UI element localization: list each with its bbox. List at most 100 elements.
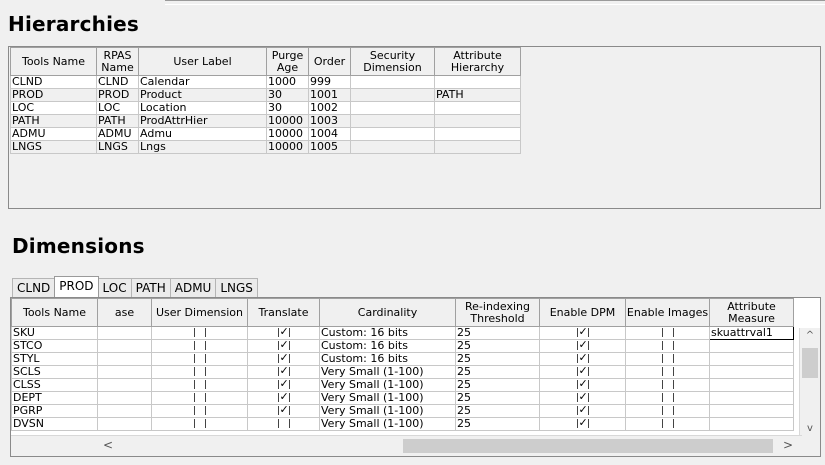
table-cell[interactable]: ✓ — [539, 417, 626, 431]
table-cell[interactable] — [247, 417, 320, 431]
checkbox[interactable] — [661, 367, 675, 377]
horizontal-scroll-thumb[interactable] — [403, 439, 773, 453]
table-cell[interactable] — [709, 378, 794, 392]
checkbox[interactable] — [661, 406, 675, 416]
table-row[interactable]: PROD PROD Product 30 1001 PATH — [10, 88, 521, 102]
table-cell[interactable]: SKU — [11, 326, 98, 340]
checkbox[interactable]: ✓ — [576, 354, 590, 364]
table-cell[interactable] — [709, 404, 794, 418]
table-cell[interactable]: skuattrval1 — [709, 326, 794, 340]
table-cell[interactable]: LOC — [96, 101, 139, 115]
checkbox[interactable] — [193, 354, 207, 364]
table-cell[interactable] — [350, 114, 435, 128]
chevron-down-icon[interactable]: v — [800, 423, 820, 434]
table-cell[interactable]: 30 — [266, 101, 309, 115]
table-cell[interactable]: PATH — [434, 88, 521, 102]
table-cell[interactable]: ADMU — [10, 127, 97, 141]
column-header[interactable]: Translate — [247, 298, 320, 327]
table-cell[interactable]: ADMU — [96, 127, 139, 141]
table-cell[interactable]: Custom: 16 bits — [319, 339, 456, 353]
chevron-left-icon[interactable]: < — [103, 438, 113, 452]
table-cell[interactable] — [350, 101, 435, 115]
table-cell[interactable] — [709, 417, 794, 431]
table-cell[interactable] — [97, 326, 152, 340]
checkbox[interactable] — [193, 367, 207, 377]
checkbox[interactable] — [661, 354, 675, 364]
table-cell[interactable]: 30 — [266, 88, 309, 102]
column-header[interactable]: Order — [308, 47, 351, 76]
checkbox[interactable]: ✓ — [277, 380, 291, 390]
table-cell[interactable]: ✓ — [539, 352, 626, 366]
table-cell[interactable] — [350, 88, 435, 102]
column-header[interactable]: Purge Age — [266, 47, 309, 76]
table-cell[interactable] — [434, 75, 521, 89]
table-row[interactable]: SCLS ✓ Very Small (1-100) 25 ✓ — [11, 365, 794, 379]
table-cell[interactable] — [350, 140, 435, 154]
table-cell[interactable] — [151, 404, 248, 418]
table-cell[interactable] — [97, 365, 152, 379]
table-cell[interactable] — [434, 127, 521, 141]
vertical-scroll-thumb[interactable] — [802, 348, 818, 378]
table-cell[interactable]: ✓ — [539, 339, 626, 353]
table-cell[interactable]: Product — [138, 88, 267, 102]
table-row[interactable]: DEPT ✓ Very Small (1-100) 25 ✓ — [11, 391, 794, 405]
table-cell[interactable]: DEPT — [11, 391, 98, 405]
table-cell[interactable] — [151, 365, 248, 379]
table-cell[interactable]: 1001 — [308, 88, 351, 102]
table-cell[interactable] — [97, 417, 152, 431]
table-cell[interactable] — [625, 326, 710, 340]
table-cell[interactable]: 25 — [455, 391, 540, 405]
chevron-up-icon[interactable]: ^ — [800, 330, 820, 341]
checkbox[interactable] — [193, 380, 207, 390]
table-cell[interactable]: Very Small (1-100) — [319, 365, 456, 379]
tab-loc[interactable]: LOC — [97, 278, 132, 297]
checkbox[interactable]: ✓ — [576, 367, 590, 377]
table-cell[interactable]: Very Small (1-100) — [319, 378, 456, 392]
chevron-right-icon[interactable]: > — [783, 438, 793, 452]
column-header[interactable]: ase — [97, 298, 152, 327]
table-cell[interactable]: PATH — [96, 114, 139, 128]
table-cell[interactable] — [625, 352, 710, 366]
table-cell[interactable]: ProdAttrHier — [138, 114, 267, 128]
table-cell[interactable]: ✓ — [247, 352, 320, 366]
table-cell[interactable]: ✓ — [539, 378, 626, 392]
checkbox[interactable]: ✓ — [277, 393, 291, 403]
table-cell[interactable] — [434, 101, 521, 115]
column-header[interactable]: Security Dimension — [350, 47, 435, 76]
table-cell[interactable]: LNGS — [96, 140, 139, 154]
checkbox[interactable]: ✓ — [576, 393, 590, 403]
tab-admu[interactable]: ADMU — [169, 278, 217, 297]
table-cell[interactable]: ✓ — [247, 326, 320, 340]
table-cell[interactable] — [350, 75, 435, 89]
table-cell[interactable] — [625, 365, 710, 379]
table-cell[interactable]: ✓ — [247, 378, 320, 392]
checkbox[interactable]: ✓ — [277, 406, 291, 416]
table-row[interactable]: DVSN Very Small (1-100) 25 ✓ — [11, 417, 794, 431]
column-header[interactable]: RPAS Name — [96, 47, 139, 76]
column-header[interactable]: Tools Name — [10, 47, 97, 76]
table-cell[interactable]: ✓ — [539, 365, 626, 379]
checkbox[interactable]: ✓ — [277, 328, 291, 338]
table-row[interactable]: LNGS LNGS Lngs 10000 1005 — [10, 140, 521, 154]
table-cell[interactable]: ✓ — [247, 391, 320, 405]
column-header[interactable]: Attribute Hierarchy — [434, 47, 521, 76]
table-cell[interactable]: 10000 — [266, 140, 309, 154]
table-cell[interactable]: ✓ — [247, 339, 320, 353]
table-row[interactable]: ADMU ADMU Admu 10000 1004 — [10, 127, 521, 141]
checkbox[interactable] — [661, 341, 675, 351]
table-cell[interactable]: Admu — [138, 127, 267, 141]
table-cell[interactable]: 25 — [455, 339, 540, 353]
table-row[interactable]: STCO ✓ Custom: 16 bits 25 ✓ — [11, 339, 794, 353]
table-cell[interactable]: 10000 — [266, 114, 309, 128]
table-cell[interactable] — [151, 326, 248, 340]
table-cell[interactable]: 25 — [455, 378, 540, 392]
checkbox[interactable]: ✓ — [277, 341, 291, 351]
table-cell[interactable] — [625, 391, 710, 405]
checkbox[interactable] — [661, 328, 675, 338]
table-cell[interactable]: ✓ — [539, 404, 626, 418]
table-cell[interactable]: ✓ — [247, 365, 320, 379]
table-cell[interactable]: CLND — [10, 75, 97, 89]
table-cell[interactable] — [97, 391, 152, 405]
vertical-scrollbar[interactable]: ^ v — [799, 328, 820, 436]
table-row[interactable]: SKU ✓ Custom: 16 bits 25 ✓ skuattrval1 — [11, 326, 794, 340]
